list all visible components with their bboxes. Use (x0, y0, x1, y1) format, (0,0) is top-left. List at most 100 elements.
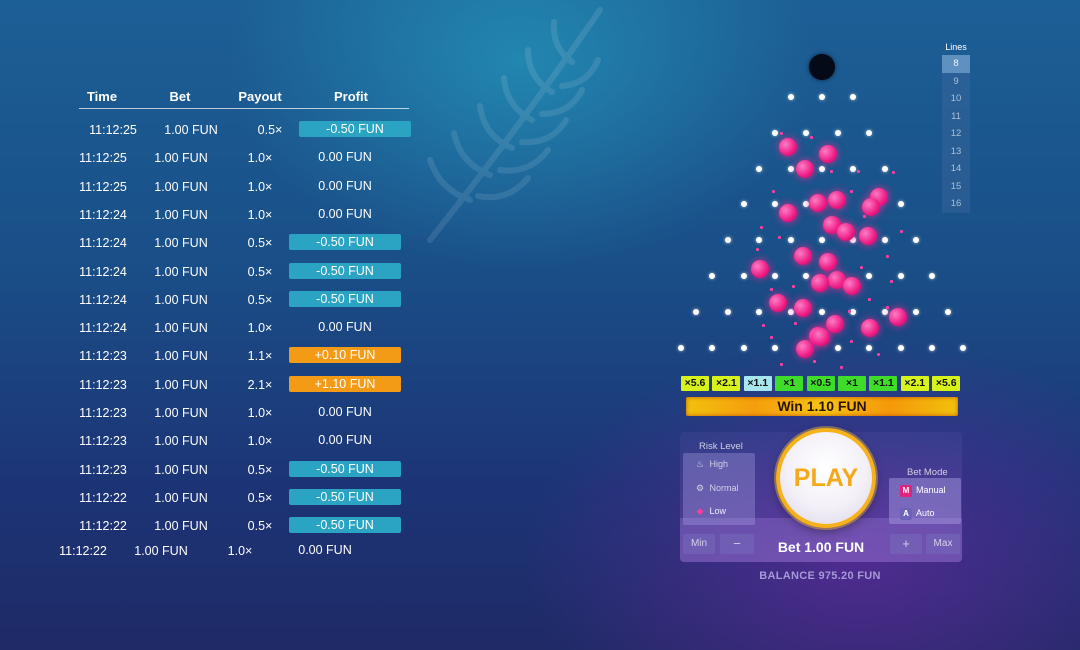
spark (890, 280, 893, 283)
lines-option[interactable]: 8 (942, 55, 970, 73)
spark (863, 215, 866, 218)
cell-payout: 1.0× (247, 151, 273, 166)
lines-option[interactable]: 11 (942, 107, 970, 125)
cell-bet: 1.00 FUN (154, 264, 208, 279)
peg (740, 201, 747, 208)
risk-level-title: Risk Level (699, 441, 743, 452)
cell-bet: 1.00 FUN (134, 544, 188, 558)
cell-profit: -0.50 FUN (289, 460, 401, 477)
plinko-ball (794, 299, 812, 317)
spark (850, 340, 853, 343)
cell-bet: 1.00 FUN (154, 519, 208, 534)
plinko-ball (837, 223, 855, 241)
lines-option[interactable]: 10 (942, 90, 970, 108)
peg (960, 344, 967, 351)
table-row: 11:12:24 1.00 FUN 1.0× 0.00 FUN (0, 319, 430, 339)
plinko-ball (819, 145, 837, 163)
peg (693, 308, 700, 315)
table-row: 11:12:22 1.00 FUN 1.0× 0.00 FUN (0, 542, 410, 562)
peg (709, 273, 716, 279)
cell-time: 11:12:25 (89, 123, 137, 137)
cell-profit: 0.00 FUN (318, 178, 372, 193)
table-row: 11:12:23 1.00 FUN 1.0× 0.00 FUN (0, 432, 430, 452)
lines-option[interactable]: 15 (942, 177, 970, 195)
cell-profit: -0.50 FUN (289, 517, 401, 534)
cell-bet: 1.00 FUN (154, 207, 208, 222)
cell-bet: 1.00 FUN (154, 434, 208, 449)
bet-mode-auto[interactable]: A Auto (889, 502, 961, 525)
cell-payout: 0.5× (247, 462, 273, 477)
plinko-ball (826, 315, 844, 333)
gear-icon: ⚙ (695, 483, 705, 493)
cell-bet: 1.00 FUN (154, 321, 208, 336)
risk-option-normal[interactable]: ⚙ Normal (683, 477, 755, 500)
play-button[interactable]: PLAY (776, 428, 876, 528)
cell-profit: -0.50 FUN (289, 262, 401, 279)
peg (866, 344, 873, 351)
cell-profit: +0.10 FUN (289, 347, 401, 364)
peg (897, 344, 904, 351)
multiplier-slot: ×1.1 (743, 376, 772, 391)
plinko-ball (779, 204, 797, 222)
lines-option[interactable]: 12 (942, 125, 970, 143)
cell-time: 11:12:22 (59, 544, 107, 558)
cell-bet: 1.00 FUN (164, 123, 218, 137)
spark (857, 170, 860, 173)
peg (834, 129, 841, 136)
plinko-ball (796, 160, 814, 178)
max-bet-button[interactable]: Max (926, 534, 960, 554)
lines-option[interactable]: 16 (942, 195, 970, 213)
risk-option-high[interactable]: ♨ High (683, 453, 755, 476)
risk-level-selector: ♨ High ⚙ Normal ◆ Low (683, 453, 755, 525)
lines-option[interactable]: 13 (942, 142, 970, 160)
plinko-ball (861, 319, 879, 337)
spark (772, 190, 775, 193)
table-row: 11:12:23 1.00 FUN 0.5× -0.50 FUN (0, 460, 430, 481)
cell-profit: 0.00 FUN (318, 206, 372, 221)
plinko-ball (779, 138, 797, 156)
cell-payout: 0.5× (247, 292, 273, 307)
cell-payout: 1.0× (247, 179, 273, 194)
peg (913, 308, 920, 315)
min-bet-button[interactable]: Min (683, 534, 715, 554)
cell-payout: 0.5× (247, 264, 273, 279)
peg (803, 273, 810, 279)
peg (740, 273, 747, 279)
peg (787, 165, 794, 172)
table-row: 11:12:24 1.00 FUN 0.5× -0.50 FUN (0, 290, 430, 311)
lines-option[interactable]: 14 (942, 160, 970, 178)
table-row: 11:12:22 1.00 FUN 0.5× -0.50 FUN (0, 517, 430, 537)
increase-bet-button[interactable]: + (890, 534, 922, 554)
table-row: 11:12:23 1.00 FUN 1.1× +0.10 FUN (0, 347, 430, 367)
header-profit: Profit (334, 89, 368, 104)
cell-payout: 0.5× (257, 123, 283, 137)
peg (834, 344, 841, 351)
multiplier-slot: ×1.1 (869, 376, 898, 391)
peg (850, 165, 857, 172)
lines-title: Lines (945, 42, 967, 52)
lines-option[interactable]: 9 (942, 72, 970, 90)
spark (756, 248, 759, 251)
decrease-bet-button[interactable]: − (720, 534, 754, 554)
table-row: 11:12:25 1.00 FUN 0.5× -0.50 FUN (10, 121, 440, 141)
cell-time: 11:12:24 (79, 292, 127, 307)
cell-profit: 0.00 FUN (318, 433, 372, 448)
cell-bet: 1.00 FUN (154, 151, 208, 166)
table-row: 11:12:22 1.00 FUN 0.5× -0.50 FUN (0, 488, 430, 509)
spark (886, 255, 889, 258)
risk-option-low[interactable]: ◆ Low (683, 500, 755, 523)
bet-history-table: Time Bet Payout Profit 11:12:25 1.00 FUN 0… (0, 0, 430, 650)
peg (850, 94, 857, 100)
peg (756, 308, 763, 315)
bet-mode-manual[interactable]: M Manual (889, 479, 961, 502)
header-payout: Payout (238, 89, 282, 104)
peg (771, 273, 778, 279)
cell-profit: 0.00 FUN (318, 150, 372, 165)
peg (787, 94, 794, 100)
cell-payout: 0.5× (247, 519, 273, 534)
spark (840, 366, 843, 369)
peg (819, 165, 825, 172)
plinko-ball (809, 194, 827, 212)
cell-bet: 1.00 FUN (154, 236, 208, 251)
multiplier-slot: ×2.1 (712, 376, 741, 391)
